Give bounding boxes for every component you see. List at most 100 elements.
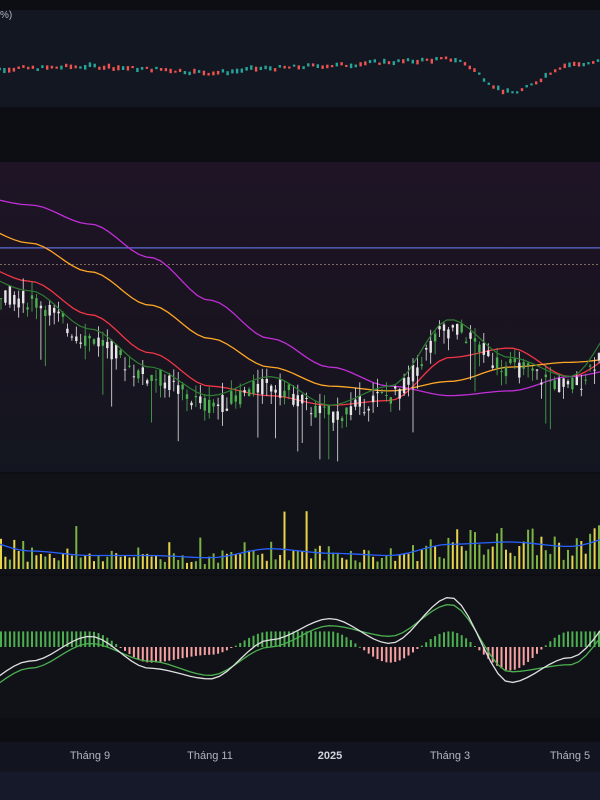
volume-bar [141, 554, 144, 569]
comparison-candle [221, 69, 225, 73]
macd-histogram-bar [429, 639, 432, 647]
price-candle-body [150, 374, 153, 381]
price-candle-body [53, 307, 56, 313]
volume-bar [75, 526, 78, 569]
price-candle-body [177, 385, 180, 394]
comparison-candle [516, 91, 519, 94]
comparison-candle [468, 65, 471, 70]
macd-histogram-bar [31, 631, 33, 647]
volume-bar [146, 553, 149, 569]
volume-bar [513, 556, 516, 569]
volume-bar [354, 560, 357, 569]
volume-bar [509, 552, 512, 569]
macd-histogram-bar [580, 631, 583, 647]
volume-bar [403, 554, 406, 569]
comparison-candle [501, 89, 505, 95]
comparison-candle [544, 72, 547, 78]
macd-histogram-bar [13, 631, 16, 647]
comparison-candle [140, 67, 144, 70]
macd-chart[interactable] [0, 576, 600, 718]
comparison-candle [93, 63, 96, 68]
price-candle-body [75, 336, 78, 341]
price-candle-body [518, 362, 521, 378]
macd-histogram-bar [22, 631, 25, 647]
macd-histogram-bar [367, 647, 370, 654]
comparison-candle [117, 65, 120, 71]
price-candle-body [230, 391, 233, 404]
volume-bar [283, 511, 286, 569]
price-candle-body [234, 395, 237, 402]
volume-bar [394, 560, 397, 569]
price-candle-body [562, 378, 565, 387]
comparison-candle [511, 91, 514, 94]
price-candle-body [84, 335, 87, 346]
volume-chart[interactable] [0, 474, 600, 574]
comparison-candle [430, 58, 433, 64]
comparison-candle [0, 67, 1, 71]
comparison-candle [212, 71, 215, 76]
comparison-panel: %) [0, 10, 600, 107]
macd-histogram-bar [62, 631, 64, 647]
volume-bar [398, 554, 401, 569]
price-candle-body [44, 310, 47, 316]
comparison-candle [549, 72, 552, 75]
macd-histogram-bar [186, 647, 188, 658]
comparison-candle [554, 69, 557, 73]
volume-bar [389, 548, 392, 569]
comparison-candle [506, 88, 509, 93]
comparison-candle [568, 62, 571, 68]
volume-bar [292, 550, 295, 569]
volume-bar [376, 561, 379, 569]
macd-histogram-bar [540, 647, 543, 650]
comparison-candle [245, 67, 248, 71]
comparison-candle [41, 65, 44, 68]
price-candle-body [172, 380, 175, 382]
volume-bar [101, 561, 104, 569]
price-candle-body [540, 382, 543, 385]
comparison-candle [459, 59, 462, 62]
macd-histogram-bar [314, 631, 317, 647]
comparison-candle [392, 61, 395, 66]
macd-histogram-bar [469, 642, 472, 647]
macd-histogram-bar [385, 647, 388, 663]
macd-histogram-bar [230, 647, 233, 648]
volume-bar [438, 556, 441, 569]
time-axis[interactable]: Tháng 9 Tháng 11 2025 Tháng 3 Tháng 5 [0, 742, 600, 772]
volume-bar [261, 553, 264, 569]
volume-bar [460, 546, 463, 569]
volume-bar [252, 550, 255, 569]
price-candle-body [261, 379, 264, 395]
price-candle-body [336, 411, 339, 420]
price-candle-body [407, 377, 410, 385]
macd-histogram-bar [48, 631, 51, 647]
volume-bar [22, 541, 25, 569]
volume-bar [0, 538, 2, 569]
price-candle-body [327, 405, 330, 415]
comparison-candle [65, 63, 68, 68]
price-candle-body [433, 333, 437, 342]
price-candle-body [0, 298, 3, 300]
macd-histogram-bar [248, 637, 251, 647]
comparison-candle [497, 85, 500, 91]
macd-histogram-bar [513, 647, 516, 670]
comparison-chart[interactable] [0, 10, 600, 107]
macd-histogram-bar [536, 647, 538, 654]
price-candle-body [535, 369, 539, 371]
comparison-candle [373, 59, 376, 63]
price-candle-body [17, 298, 20, 308]
volume-bar [310, 558, 313, 569]
macd-histogram-bar [172, 647, 175, 660]
price-chart[interactable] [0, 162, 600, 472]
comparison-candle [321, 65, 324, 69]
price-candle-body [593, 369, 596, 371]
macd-histogram-bar [199, 647, 202, 656]
price-candle-body [473, 338, 477, 342]
comparison-candle [473, 68, 476, 72]
x-tick-label: Tháng 5 [549, 750, 591, 762]
comparison-candle [264, 65, 267, 70]
price-candle-body [190, 402, 193, 406]
comparison-candle [402, 59, 405, 64]
volume-bar [128, 557, 131, 569]
price-candle-body [26, 307, 29, 310]
volume-bar [522, 541, 525, 569]
